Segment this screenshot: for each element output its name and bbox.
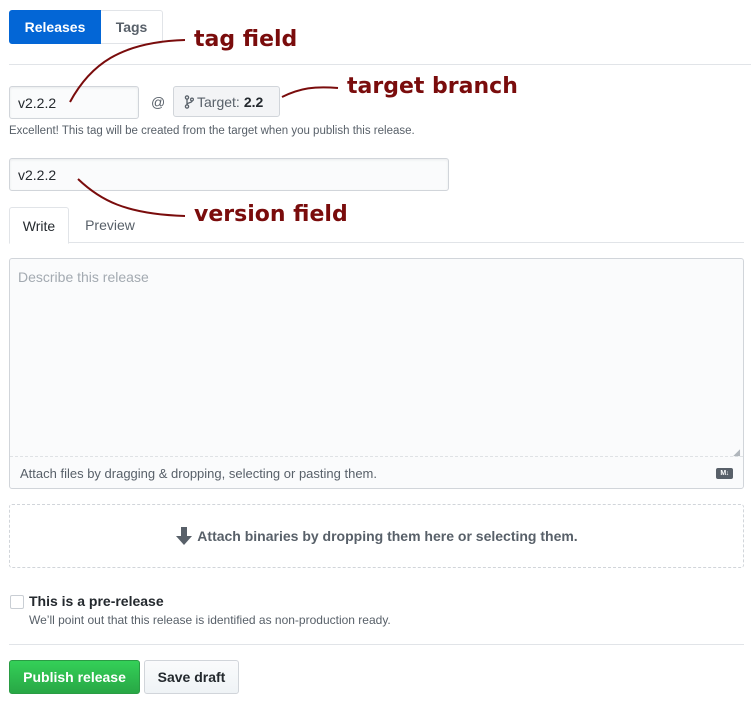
save-draft-button[interactable]: Save draft: [144, 660, 239, 694]
release-tabs: Releases Tags: [9, 10, 163, 44]
tab-write[interactable]: Write: [9, 207, 69, 244]
divider: [9, 644, 744, 645]
prerelease-label[interactable]: This is a pre-release: [29, 593, 164, 609]
prerelease-checkbox[interactable]: [10, 595, 24, 609]
dropzone-text: Attach binaries by dropping them here or…: [197, 528, 578, 544]
release-title-input[interactable]: v2.2.2: [9, 158, 449, 191]
resize-handle-icon[interactable]: ◢: [733, 447, 740, 458]
tab-preview[interactable]: Preview: [69, 207, 151, 243]
target-branch-name: 2.2: [243, 93, 264, 110]
prerelease-note: We’ll point out that this release is ide…: [29, 613, 391, 627]
target-branch-button[interactable]: Target: 2.2: [173, 86, 280, 117]
markdown-icon[interactable]: M↓: [716, 468, 733, 479]
tag-hint: Excellent! This tag will be created from…: [9, 125, 415, 137]
arrow-down-icon: [176, 527, 193, 545]
description-editor: ◢ Attach files by dragging & dropping, s…: [9, 258, 744, 489]
target-branch-annotation: target branch: [347, 74, 518, 99]
divider: [9, 242, 744, 243]
binary-dropzone[interactable]: Attach binaries by dropping them here or…: [9, 504, 744, 568]
version-field-annotation: version field: [194, 202, 348, 227]
at-sign: @: [151, 94, 166, 110]
divider: [9, 64, 751, 65]
editor-tabs: Write Preview: [9, 207, 151, 244]
tab-tags[interactable]: Tags: [101, 10, 163, 44]
publish-release-button[interactable]: Publish release: [9, 660, 140, 694]
description-textarea[interactable]: [10, 259, 743, 457]
attach-files-link[interactable]: Attach files by dragging & dropping, sel…: [20, 466, 377, 481]
tag-input[interactable]: v2.2.2: [9, 86, 139, 119]
tag-field-annotation: tag field: [194, 27, 298, 52]
target-callout-line: [281, 86, 339, 98]
tab-releases[interactable]: Releases: [9, 10, 101, 44]
git-branch-icon: [184, 94, 194, 109]
target-label: Target:: [197, 93, 240, 110]
